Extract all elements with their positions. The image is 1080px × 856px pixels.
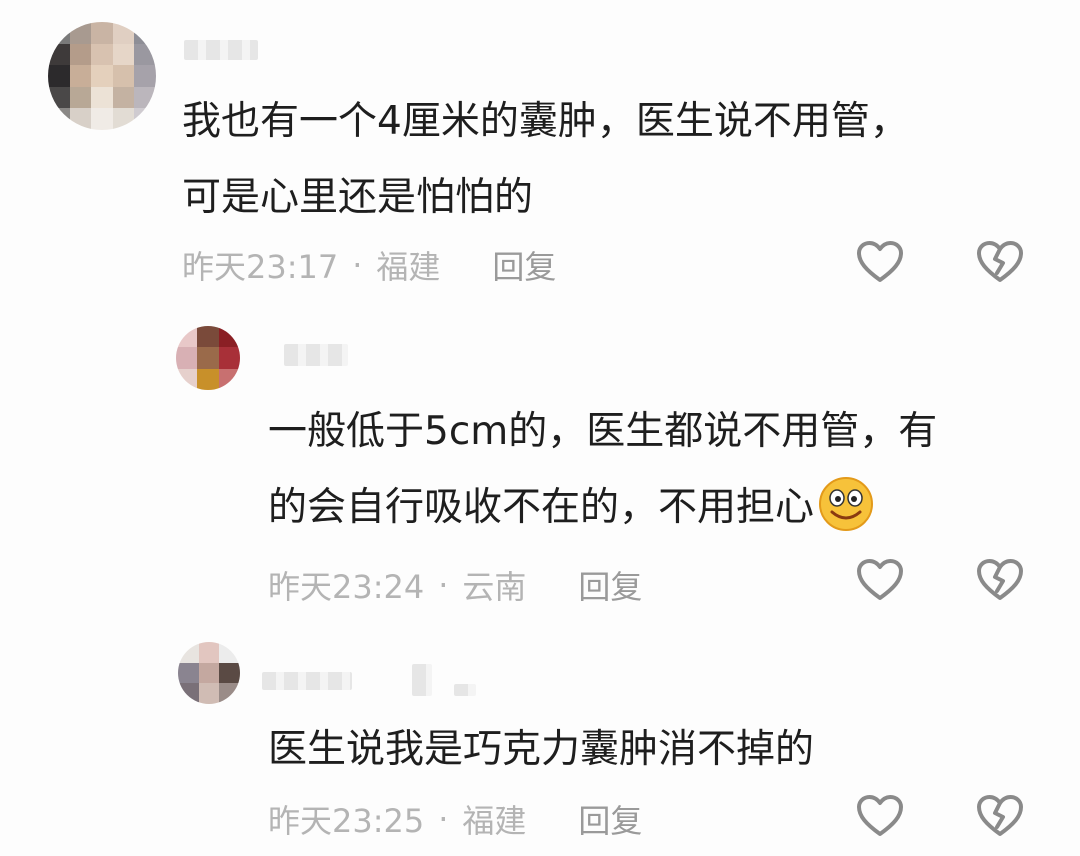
comment-time: 昨天23:24: [268, 568, 425, 606]
comment-meta: 昨天23:17 · 福建 回复: [182, 242, 556, 288]
reply-button[interactable]: 回复: [578, 796, 642, 842]
reply-button[interactable]: 回复: [578, 562, 642, 608]
comment-text: 医生说我是巧克力囊肿消不掉的: [268, 712, 814, 788]
avatar[interactable]: [178, 642, 240, 704]
comment-text-line: 医生说我是巧克力囊肿消不掉的: [268, 727, 815, 772]
comment-location: 福建: [462, 802, 527, 840]
avatar[interactable]: [176, 326, 240, 390]
username-blurred[interactable]: [284, 344, 348, 366]
broken-heart-icon[interactable]: [976, 558, 1024, 602]
username-blurred[interactable]: [184, 40, 258, 60]
comment-text: 我也有一个4厘米的囊肿，医生说不用管， 可是心里还是怕怕的: [182, 84, 909, 236]
broken-heart-icon[interactable]: [976, 794, 1024, 838]
comment-text-line: 的会自行吸收不在的，不用担心: [268, 485, 815, 530]
comment-text-line: 可是心里还是怕怕的: [182, 175, 534, 220]
separator-dot: ·: [352, 246, 363, 284]
username-blurred[interactable]: [262, 672, 352, 690]
avatar[interactable]: [48, 22, 156, 130]
username-blurred[interactable]: [412, 664, 432, 696]
broken-heart-icon[interactable]: [976, 240, 1024, 284]
comment-text-line: 我也有一个4厘米的囊肿，医生说不用管，: [182, 99, 909, 144]
comment-text: 一般低于5cm的，医生都说不用管，有 的会自行吸收不在的，不用担心: [268, 394, 937, 546]
separator-dot: ·: [438, 800, 449, 838]
comment-text-line: 一般低于5cm的，医生都说不用管，有: [268, 409, 938, 454]
comment-location: 云南: [462, 568, 527, 606]
separator-dot: ·: [438, 566, 449, 604]
comment-location: 福建: [376, 248, 441, 286]
reply-button[interactable]: 回复: [492, 242, 556, 288]
username-blurred[interactable]: [454, 684, 476, 696]
smile-emoji-icon: [819, 476, 874, 531]
comment-time: 昨天23:17: [182, 248, 339, 286]
heart-icon[interactable]: [856, 794, 904, 838]
comment-time: 昨天23:25: [268, 802, 425, 840]
comment-meta: 昨天23:24 · 云南 回复: [268, 562, 642, 608]
heart-icon[interactable]: [856, 240, 904, 284]
heart-icon[interactable]: [856, 558, 904, 602]
comment-meta: 昨天23:25 · 福建 回复: [268, 796, 642, 842]
